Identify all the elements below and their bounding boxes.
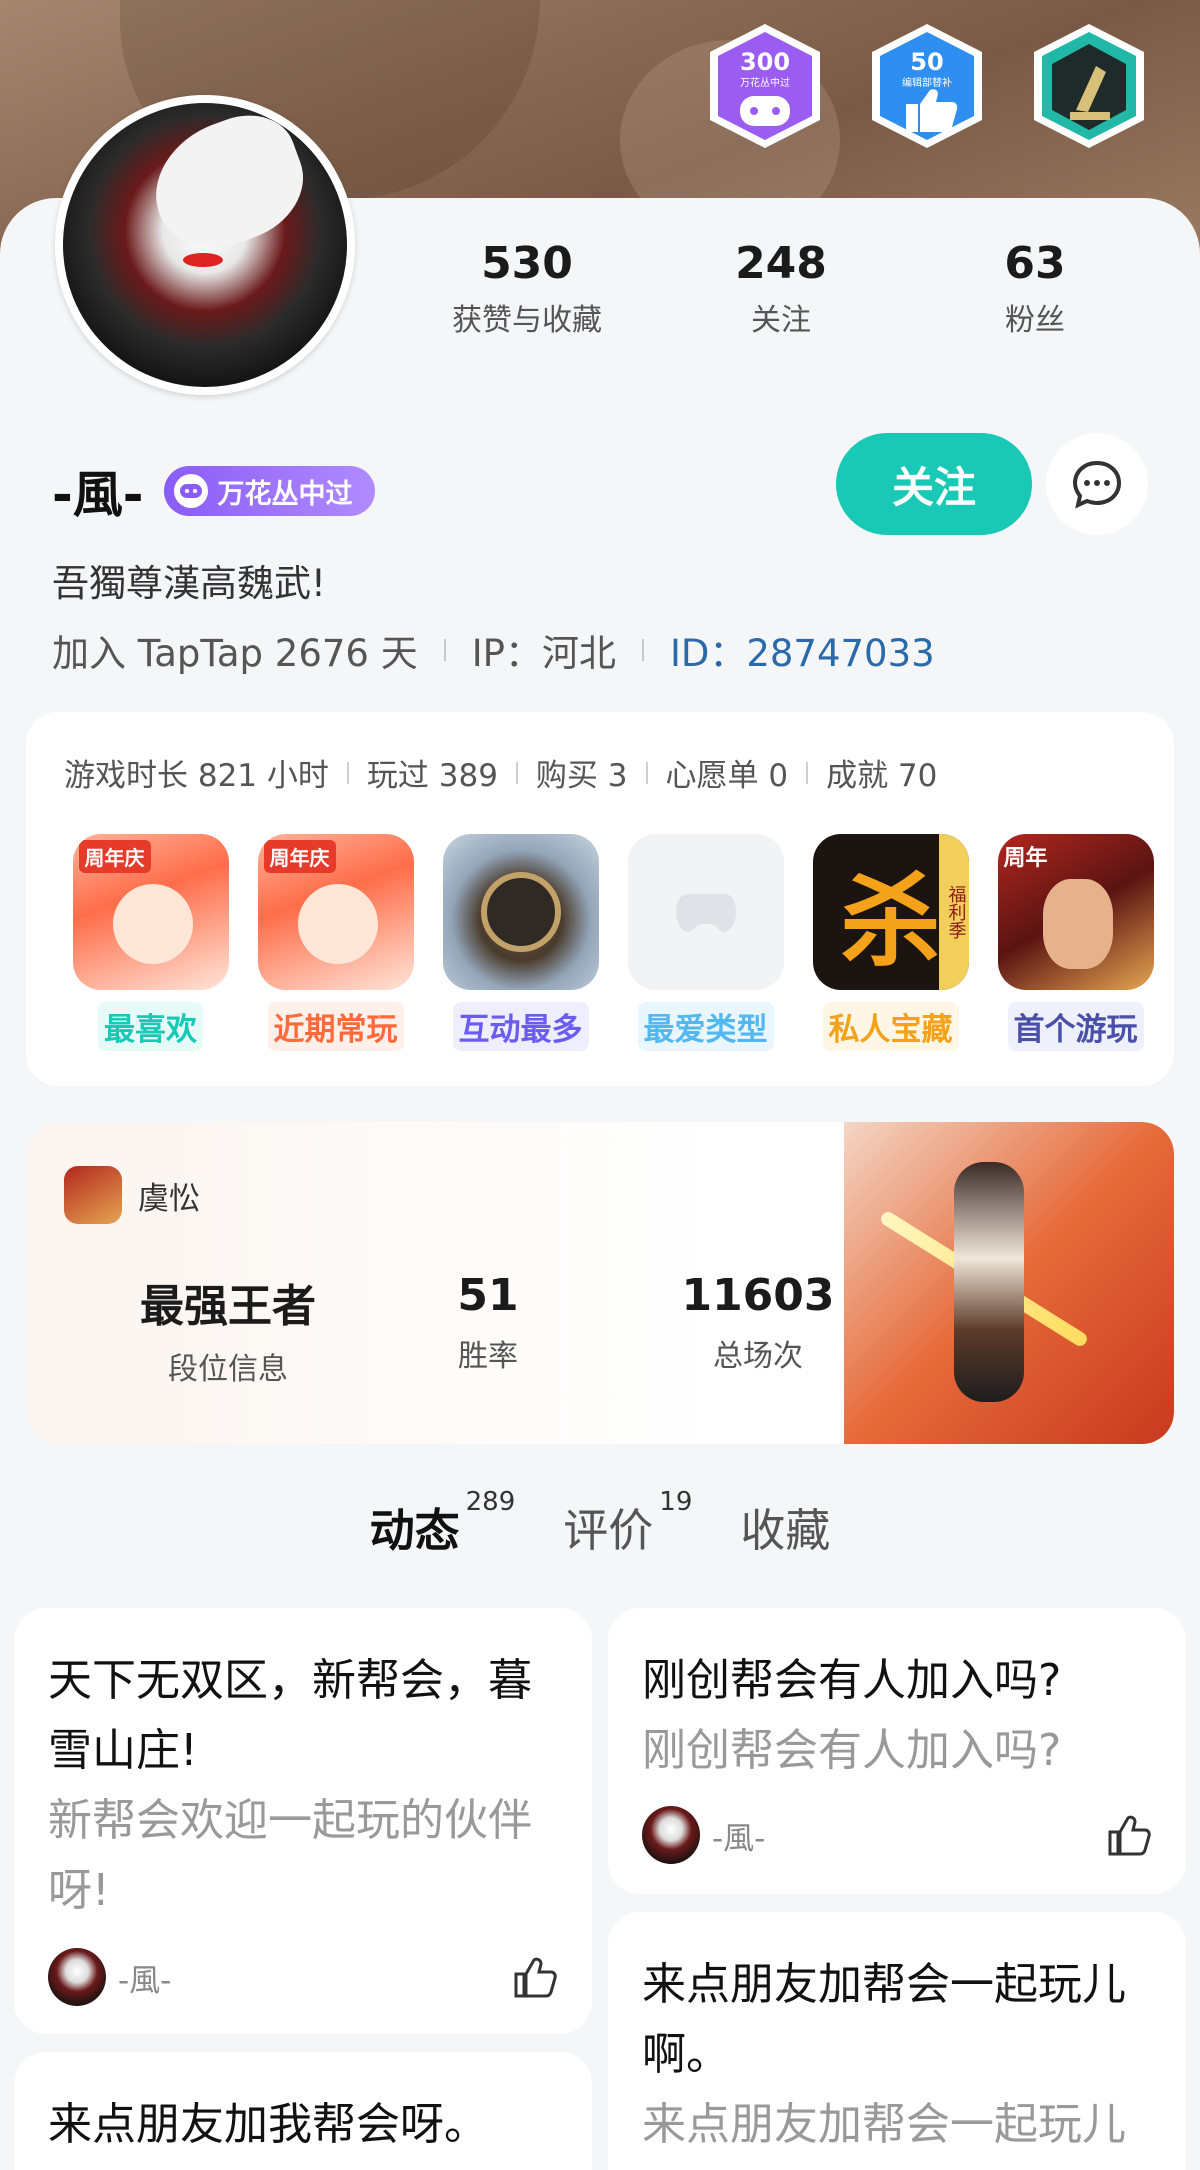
tab-posts[interactable]: 动态289 [369,1487,515,1559]
tab-reviews[interactable]: 评价19 [563,1487,692,1559]
achievement-count: 成就 70 [826,758,938,794]
game-icon: 周年 [997,834,1154,990]
game-label: 首个游玩 [1007,1002,1144,1051]
rank-stats: 最强王者 段位信息 51 胜率 11603 总场次 [88,1270,908,1388]
stat-label: 获赞与收藏 [452,303,602,338]
game-label: 最爱类型 [637,1002,774,1051]
tag-label: 万花丛中过 [217,478,353,510]
post-body: 来点朋友加帮会一起玩儿 [642,2099,1126,2150]
badge-value: 50 [910,48,943,76]
game-stats-row: 游戏时长 821 小时 玩过 389 购买 3 心愿单 0 成就 70 [64,750,937,795]
rank-game-header: 虞忪 [64,1166,200,1224]
game-favorite-type[interactable]: 最爱类型 [613,834,798,1051]
divider [515,761,518,784]
profile-stats: 530 获赞与收藏 248 关注 63 粉丝 [400,238,1162,339]
game-rank-card[interactable]: 虞忪 最强王者 段位信息 51 胜率 11603 总场次 [28,1122,1174,1444]
purchase-count: 购买 3 [535,758,628,794]
game-label: 最喜欢 [98,1002,203,1051]
rank-winrate: 51 胜率 [457,1270,519,1374]
played-count: 玩过 389 [366,758,498,794]
award-badge[interactable] [1026,20,1152,152]
game-treasure[interactable]: 杀福利季 私人宝藏 [798,834,983,1051]
controller-icon [627,834,784,990]
stat-label: 关注 [751,303,811,338]
divider [346,761,349,784]
post-card[interactable]: 刚创帮会有人加入吗? 刚创帮会有人加入吗? -風- [608,1608,1186,1894]
post-title: 来点朋友加我帮会呀。 [48,2099,488,2150]
stat-value: 530 [481,238,573,289]
badge-value: 300 [740,48,790,76]
message-button[interactable] [1046,433,1148,535]
post-card[interactable]: 来点朋友加帮会一起玩儿啊。 来点朋友加帮会一起玩儿 [608,1912,1186,2170]
post-title: 刚创帮会有人加入吗? [642,1655,1062,1706]
wishlist-count: 心愿单 0 [665,758,789,794]
tab-favorites[interactable]: 收藏 [740,1494,830,1559]
game-icon: 杀福利季 [812,834,969,990]
game-label: 私人宝藏 [822,1002,959,1051]
game-summary-card[interactable]: 游戏时长 821 小时 玩过 389 购买 3 心愿单 0 成就 70 周年庆 … [26,712,1174,1086]
game-highlights: 周年庆 最喜欢 周年庆 近期常玩 互动最多 最爱类型 杀福利季 私人宝藏 周年 … [58,834,1168,1051]
content-tabs: 动态289 评价19 收藏 [0,1487,1200,1559]
post-author[interactable]: -風- [642,1806,765,1864]
stat-value: 63 [1004,238,1066,289]
like-icon[interactable] [1102,1810,1152,1860]
stat-value: 248 [735,238,827,289]
stat-following[interactable]: 248 关注 [654,238,908,339]
rank-player-name: 虞忪 [138,1180,200,1217]
controller-icon [173,474,208,508]
game-label: 互动最多 [452,1002,589,1051]
stat-followers[interactable]: 63 粉丝 [908,238,1162,339]
game-most-interacted[interactable]: 互动最多 [428,834,613,1051]
name-row: -風- 万花丛中过 [52,455,375,527]
avatar [48,1948,106,2006]
game-icon: 周年庆 [72,834,229,990]
game-first-played[interactable]: 周年 首个游玩 [983,834,1168,1051]
game-recent[interactable]: 周年庆 近期常玩 [243,834,428,1051]
divider [443,639,446,661]
stat-label: 粉丝 [1005,303,1065,338]
chat-icon [1072,460,1122,509]
rank-total-games: 11603 总场次 [681,1270,835,1374]
avatar [642,1806,700,1864]
play-time: 游戏时长 821 小时 [64,758,329,794]
post-title: 天下无双区，新帮会，暮雪山庄! [48,1655,532,1776]
post-title: 来点朋友加帮会一起玩儿啊。 [642,1959,1126,2080]
game-icon: 周年庆 [257,834,414,990]
stat-likes[interactable]: 530 获赞与收藏 [400,238,654,339]
like-icon[interactable] [508,1952,558,2002]
game-label: 近期常玩 [267,1002,404,1051]
post-body: 刚创帮会有人加入吗? [642,1725,1062,1776]
post-author[interactable]: -風- [48,1948,171,2006]
controller-badge[interactable]: 300 万花丛中过 [702,20,828,152]
divider [645,761,648,784]
game-icon [442,834,599,990]
post-card[interactable]: 天下无双区，新帮会，暮雪山庄! 新帮会欢迎一起玩的伙伴呀! -風- [14,1608,592,2034]
user-id[interactable]: ID：28747033 [670,623,935,677]
game-favorite[interactable]: 周年庆 最喜欢 [58,834,243,1051]
follow-button[interactable]: 关注 [836,433,1032,535]
badge-sub: 编辑部替补 [902,76,952,89]
user-bio: 吾獨尊漢高魏武! [52,562,326,605]
user-name: -風- [52,466,144,524]
join-days: 加入 TapTap 2676 天 [52,632,418,675]
divider [806,761,809,784]
post-body: 新帮会欢迎一起玩的伙伴呀! [48,1795,532,1916]
thumbsup-badge[interactable]: 50 编辑部替补 [864,20,990,152]
ip-location: IP：河北 [471,632,616,675]
post-card[interactable]: 来点朋友加我帮会呀。 [14,2052,592,2170]
divider [641,639,644,661]
badge-sub: 万花丛中过 [740,76,790,89]
rank-tier: 最强王者 段位信息 [140,1281,316,1387]
game-icon [64,1166,122,1224]
user-info-row: 加入 TapTap 2676 天 IP：河北 ID：28747033 [52,623,935,677]
user-title-tag[interactable]: 万花丛中过 [163,466,375,516]
user-avatar[interactable] [55,95,355,395]
